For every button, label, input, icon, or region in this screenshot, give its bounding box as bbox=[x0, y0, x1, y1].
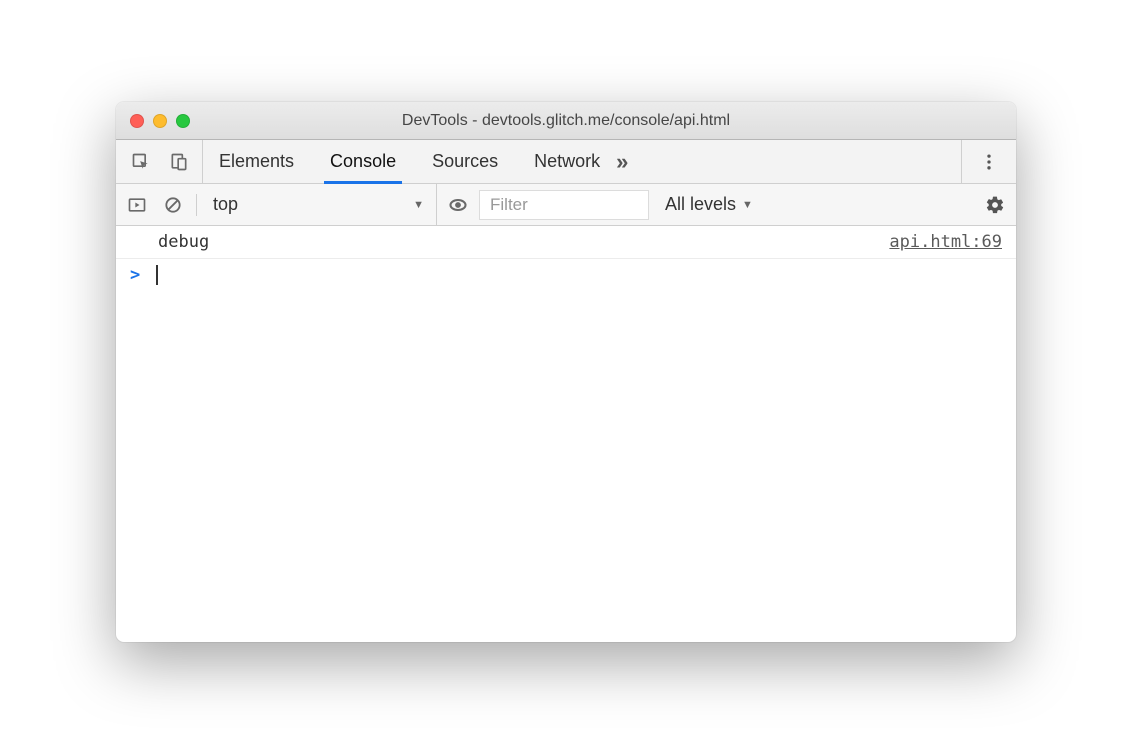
toggle-sidebar-icon[interactable] bbox=[126, 194, 148, 216]
levels-label: All levels bbox=[665, 194, 736, 215]
tab-console[interactable]: Console bbox=[324, 140, 402, 183]
tab-elements[interactable]: Elements bbox=[213, 140, 300, 183]
context-label: top bbox=[213, 194, 238, 215]
console-body: debug api.html:69 > bbox=[116, 226, 1016, 642]
log-source-link[interactable]: api.html:69 bbox=[889, 232, 1002, 252]
window-controls bbox=[130, 114, 190, 128]
more-tabs-button[interactable]: » bbox=[606, 140, 642, 183]
zoom-window-button[interactable] bbox=[176, 114, 190, 128]
chevron-right-double-icon: » bbox=[616, 149, 628, 175]
inspect-element-icon[interactable] bbox=[130, 151, 152, 173]
devtools-window: DevTools - devtools.glitch.me/console/ap… bbox=[116, 102, 1016, 642]
console-toolbar: top ▼ All levels ▼ bbox=[116, 184, 1016, 226]
text-cursor bbox=[156, 265, 158, 285]
console-settings-icon[interactable] bbox=[984, 194, 1006, 216]
live-expression-icon[interactable] bbox=[447, 194, 469, 216]
window-title: DevTools - devtools.glitch.me/console/ap… bbox=[402, 112, 730, 130]
panel-tabs: Elements Console Sources Network bbox=[213, 140, 606, 183]
tabbar-left-icons bbox=[126, 140, 203, 183]
console-prompt[interactable]: > bbox=[116, 259, 1016, 291]
prompt-arrow-icon: > bbox=[130, 265, 148, 285]
execution-context-selector[interactable]: top ▼ bbox=[207, 184, 437, 225]
device-toolbar-icon[interactable] bbox=[168, 151, 190, 173]
kebab-menu-button[interactable] bbox=[978, 151, 1000, 173]
tab-network[interactable]: Network bbox=[528, 140, 606, 183]
chevron-down-icon: ▼ bbox=[742, 199, 753, 211]
log-levels-selector[interactable]: All levels ▼ bbox=[659, 194, 759, 215]
clear-console-icon[interactable] bbox=[162, 194, 184, 216]
panel-tabbar: Elements Console Sources Network » bbox=[116, 140, 1016, 184]
tabbar-right bbox=[961, 140, 1006, 183]
minimize-window-button[interactable] bbox=[153, 114, 167, 128]
tab-sources[interactable]: Sources bbox=[426, 140, 504, 183]
console-log-entry: debug api.html:69 bbox=[116, 226, 1016, 259]
log-message: debug bbox=[130, 232, 209, 252]
toolbar-left-group bbox=[126, 194, 197, 216]
titlebar: DevTools - devtools.glitch.me/console/ap… bbox=[116, 102, 1016, 140]
chevron-down-icon: ▼ bbox=[413, 199, 424, 211]
filter-input[interactable] bbox=[479, 190, 649, 220]
close-window-button[interactable] bbox=[130, 114, 144, 128]
